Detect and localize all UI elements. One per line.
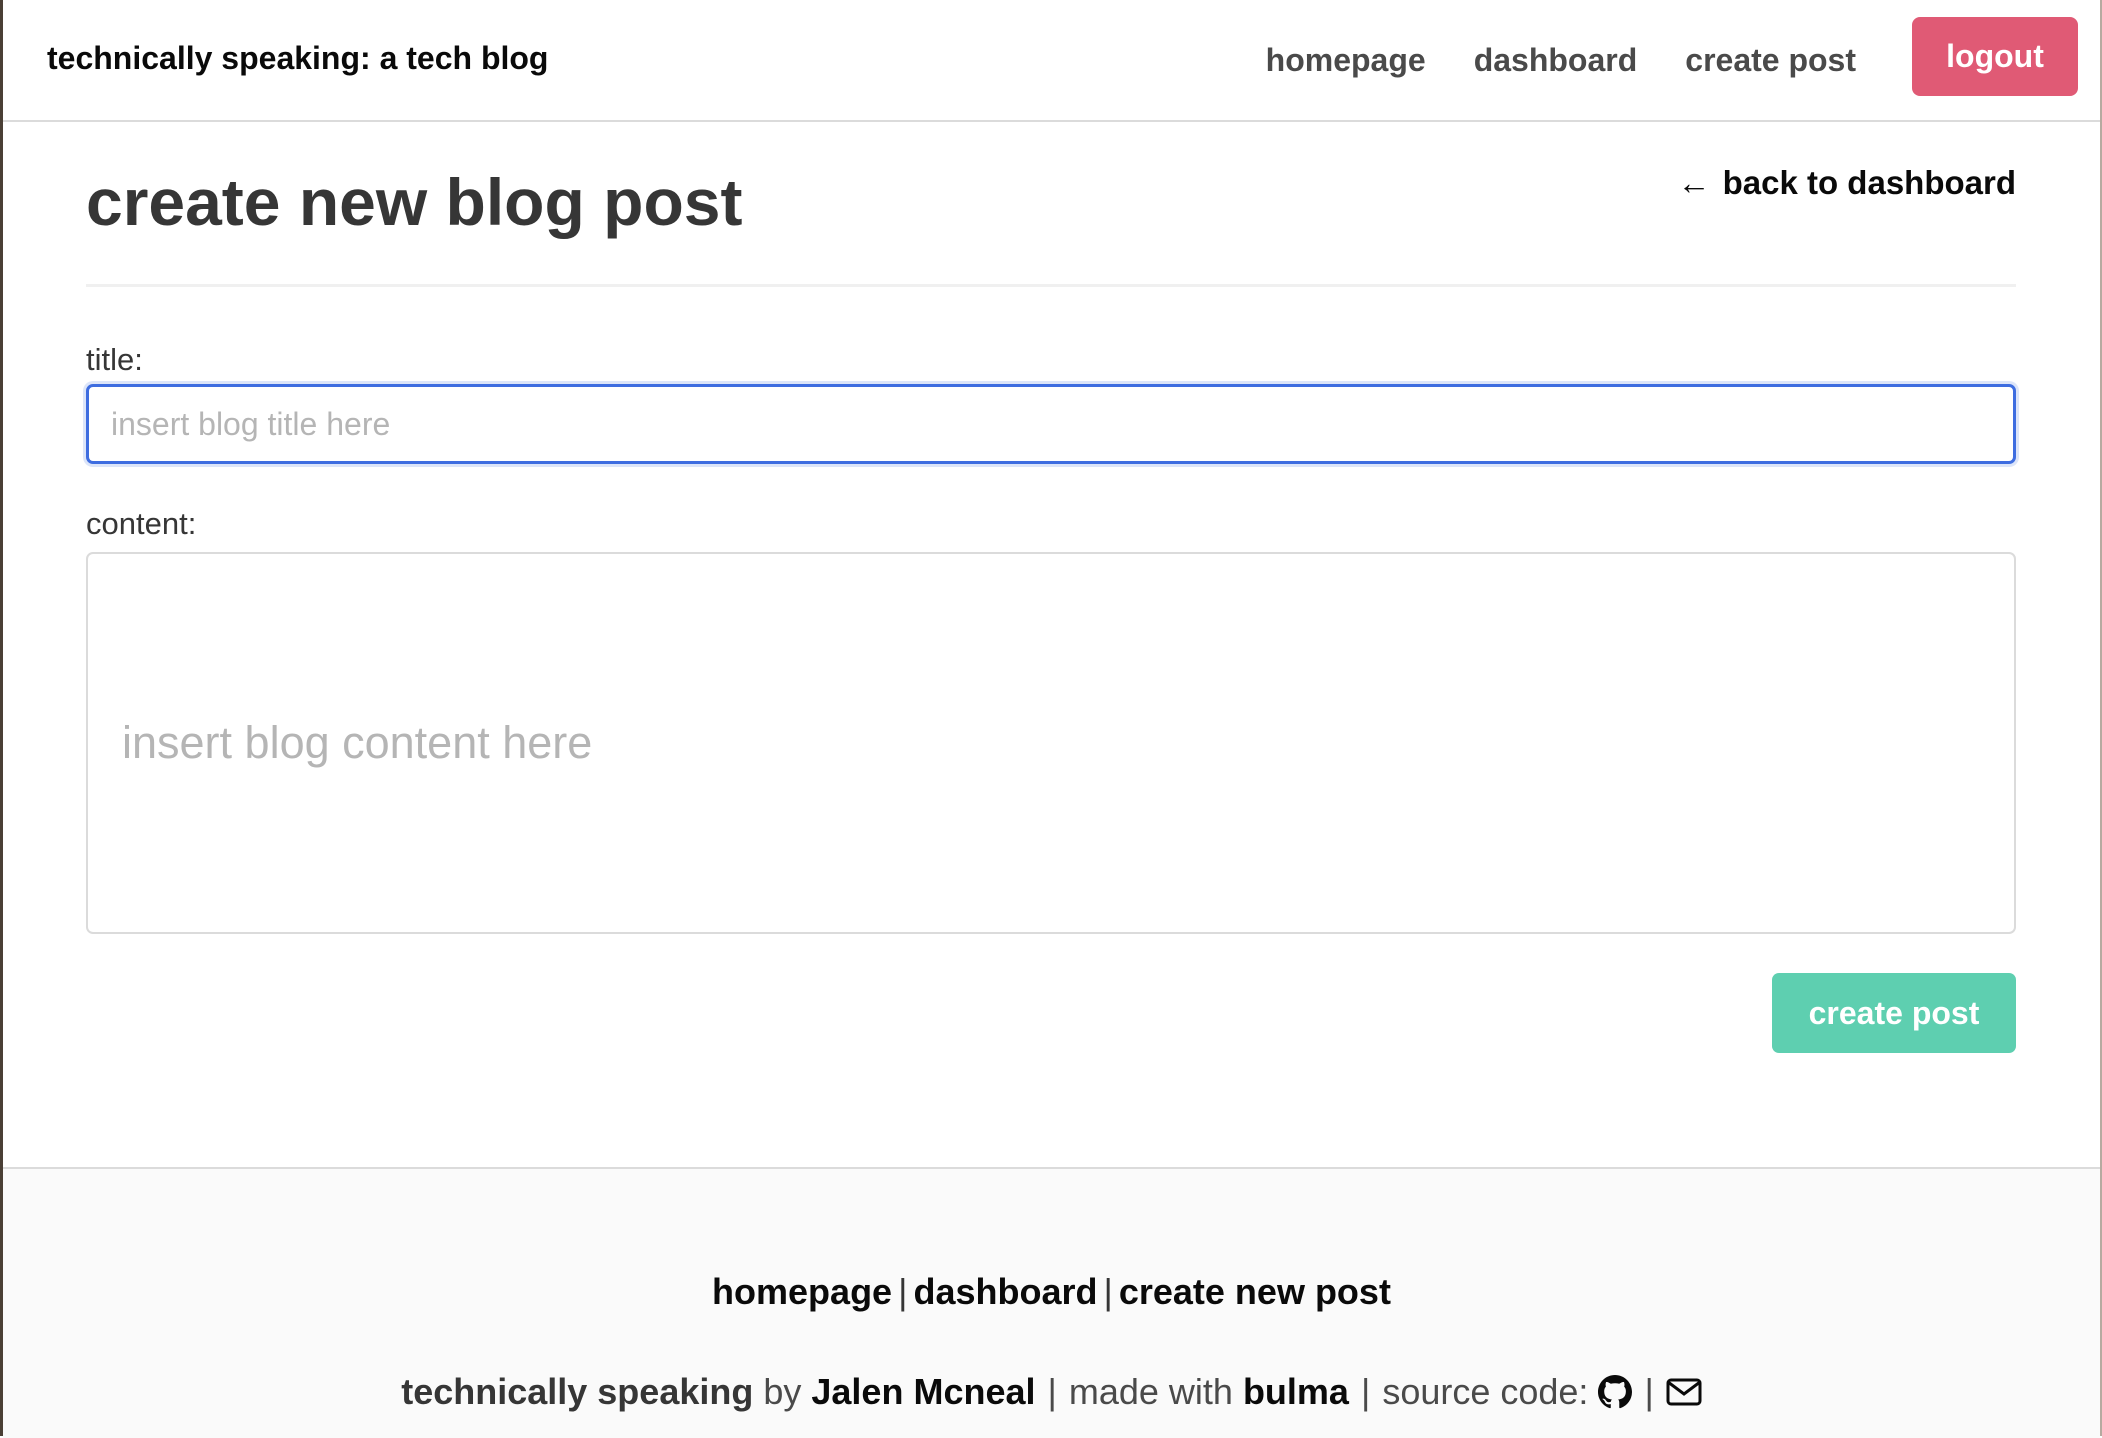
nav-link-dashboard[interactable]: dashboard xyxy=(1474,34,1638,79)
footer-links: homepage | dashboard | create new post xyxy=(3,1271,2100,1313)
page-title: create new blog post xyxy=(86,165,743,239)
footer-link-create-new-post[interactable]: create new post xyxy=(1119,1271,1391,1312)
footer-separator: | xyxy=(898,1271,908,1312)
footer-separator: | xyxy=(1360,1371,1371,1412)
footer-link-dashboard[interactable]: dashboard xyxy=(913,1271,1097,1312)
title-input[interactable] xyxy=(86,384,2016,464)
brand-title[interactable]: technically speaking: a tech blog xyxy=(47,40,548,77)
footer: homepage | dashboard | create new post techn… xyxy=(3,1167,2100,1438)
footer-source-code-text: source code: xyxy=(1382,1371,1589,1412)
email-icon[interactable] xyxy=(1666,1377,1702,1407)
footer-framework-link[interactable]: bulma xyxy=(1243,1371,1349,1413)
nav-link-create-post[interactable]: create post xyxy=(1685,34,1856,79)
create-post-button[interactable]: create post xyxy=(1772,973,2016,1053)
footer-site-name: technically speaking xyxy=(401,1371,754,1412)
arrow-left-icon: ← xyxy=(1677,164,1711,201)
content-label: content: xyxy=(86,506,197,541)
title-label: title: xyxy=(86,342,143,377)
navbar: technically speaking: a tech blog homepa… xyxy=(3,0,2100,122)
content-textarea[interactable]: insert blog content here xyxy=(86,552,2016,934)
footer-link-homepage[interactable]: homepage xyxy=(712,1271,892,1312)
nav-link-homepage[interactable]: homepage xyxy=(1266,34,1426,79)
content-placeholder: insert blog content here xyxy=(122,717,593,768)
nav-links: homepage dashboard create post logout xyxy=(1218,16,2078,96)
footer-by-text: by xyxy=(763,1371,802,1412)
logout-button[interactable]: logout xyxy=(1912,16,2078,96)
github-icon[interactable] xyxy=(1598,1375,1633,1409)
footer-separator: | xyxy=(1103,1271,1113,1312)
footer-author[interactable]: Jalen Mcneal xyxy=(811,1371,1035,1413)
footer-credits: technically speaking by Jalen Mcneal | m… xyxy=(3,1371,2100,1413)
divider xyxy=(86,284,2016,287)
footer-made-with-text: made with xyxy=(1068,1371,1233,1412)
back-to-dashboard-link[interactable]: ← back to dashboard xyxy=(1678,164,2016,202)
back-link-label: back to dashboard xyxy=(1722,164,2016,201)
footer-separator: | xyxy=(1644,1371,1654,1412)
footer-separator: | xyxy=(1047,1371,1057,1412)
